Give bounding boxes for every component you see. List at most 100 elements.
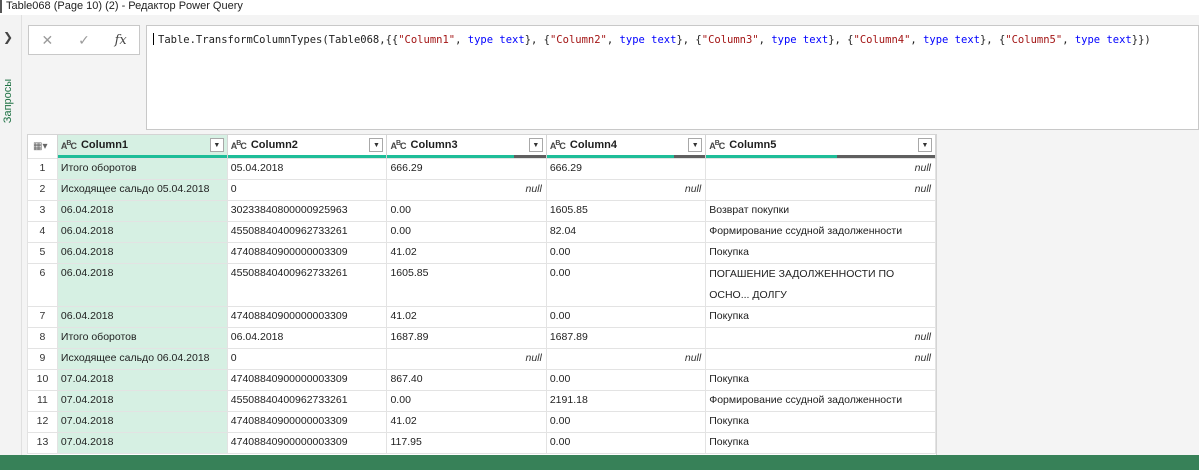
table-row[interactable]: 11 07.04.2018 45508840400962733261 0.00 2191… bbox=[27, 390, 936, 412]
table-row[interactable]: 9 Исходящее сальдо 06.04.2018 0 null null nul… bbox=[27, 348, 936, 370]
table-row[interactable]: 7 06.04.2018 47408840900000003309 41.02 0.00… bbox=[27, 306, 936, 328]
table-cell[interactable]: 06.04.2018 bbox=[56, 242, 228, 264]
table-cell[interactable]: null bbox=[705, 158, 936, 180]
filter-dropdown-icon[interactable]: ▼ bbox=[209, 138, 224, 152]
table-row[interactable]: 2 Исходящее сальдо 05.04.2018 0 null null nul… bbox=[27, 179, 936, 201]
row-number[interactable]: 4 bbox=[27, 221, 58, 243]
table-cell[interactable]: 867.40 bbox=[386, 369, 547, 391]
row-number[interactable]: 6 bbox=[27, 263, 58, 307]
cancel-icon[interactable]: ✕ bbox=[35, 29, 59, 51]
row-number[interactable]: 10 bbox=[27, 369, 58, 391]
table-cell[interactable]: 06.04.2018 bbox=[56, 221, 228, 243]
row-number[interactable]: 13 bbox=[27, 432, 58, 454]
table-cell[interactable]: 47408840900000003309 bbox=[226, 432, 388, 454]
column-header-5[interactable]: ABC Column5 ▼ bbox=[705, 134, 936, 159]
table-cell[interactable]: 1687.89 bbox=[545, 327, 707, 349]
table-corner-menu[interactable]: ▦ ▾ bbox=[27, 134, 58, 159]
row-number[interactable]: 2 bbox=[27, 179, 58, 201]
text-type-icon[interactable]: ABC bbox=[231, 140, 247, 151]
table-cell[interactable]: 47408840900000003309 bbox=[226, 369, 388, 391]
row-number[interactable]: 8 bbox=[27, 327, 58, 349]
table-cell[interactable]: Возврат покупки bbox=[705, 200, 936, 222]
table-cell[interactable]: 117.95 bbox=[386, 432, 547, 454]
table-cell[interactable]: 0.00 bbox=[386, 390, 547, 412]
table-cell[interactable]: 07.04.2018 bbox=[56, 369, 228, 391]
commit-icon[interactable]: ✓ bbox=[72, 29, 96, 51]
table-cell[interactable]: Покупка bbox=[705, 411, 936, 433]
table-cell[interactable]: null bbox=[386, 348, 547, 370]
row-number[interactable]: 12 bbox=[27, 411, 58, 433]
table-row[interactable]: 1 Итого оборотов 05.04.2018 666.29 666.29 nul… bbox=[27, 158, 936, 180]
queries-pane-label[interactable]: Запросы bbox=[2, 77, 14, 125]
table-cell[interactable]: null bbox=[545, 348, 707, 370]
table-cell[interactable]: ПОГАШЕНИЕ ЗАДОЛЖЕННОСТИ ПО ОСНО... ДОЛГУ bbox=[705, 263, 936, 307]
table-row[interactable]: 10 07.04.2018 47408840900000003309 867.40 0.… bbox=[27, 369, 936, 391]
table-cell[interactable]: 0.00 bbox=[545, 263, 707, 307]
table-cell[interactable]: 666.29 bbox=[386, 158, 547, 180]
table-cell[interactable]: 1605.85 bbox=[386, 263, 547, 307]
table-cell[interactable]: 30233840800000925963 bbox=[226, 200, 388, 222]
table-cell[interactable]: Итого оборотов bbox=[56, 158, 228, 180]
row-number[interactable]: 11 bbox=[27, 390, 58, 412]
table-cell[interactable]: 0.00 bbox=[545, 369, 707, 391]
table-cell[interactable]: null bbox=[386, 179, 547, 201]
table-cell[interactable]: Покупка bbox=[705, 432, 936, 454]
row-number[interactable]: 9 bbox=[27, 348, 58, 370]
table-cell[interactable]: Покупка bbox=[705, 242, 936, 264]
column-header-4[interactable]: ABC Column4 ▼ bbox=[545, 134, 707, 159]
table-cell[interactable]: 666.29 bbox=[545, 158, 707, 180]
row-number[interactable]: 3 bbox=[27, 200, 58, 222]
text-type-icon[interactable]: ABC bbox=[390, 140, 406, 151]
text-type-icon[interactable]: ABC bbox=[550, 140, 566, 151]
table-cell[interactable]: 0.00 bbox=[386, 200, 547, 222]
formula-input[interactable]: Table.TransformColumnTypes(Table068,{{"C… bbox=[146, 25, 1199, 130]
table-row[interactable]: 6 06.04.2018 45508840400962733261 1605.85 0.… bbox=[27, 263, 936, 307]
chevron-right-icon[interactable]: ❯ bbox=[0, 29, 16, 45]
column-header-3[interactable]: ABC Column3 ▼ bbox=[386, 134, 547, 159]
table-cell[interactable]: 06.04.2018 bbox=[56, 200, 228, 222]
table-cell[interactable]: 0.00 bbox=[545, 432, 707, 454]
queries-pane-collapsed[interactable]: ❯ Запросы bbox=[0, 15, 22, 455]
table-cell[interactable]: 0 bbox=[226, 179, 388, 201]
table-cell[interactable]: 41.02 bbox=[386, 306, 547, 328]
fx-icon[interactable]: fx bbox=[109, 29, 133, 51]
table-cell[interactable]: 07.04.2018 bbox=[56, 432, 228, 454]
table-cell[interactable]: 47408840900000003309 bbox=[226, 306, 388, 328]
table-cell[interactable]: Покупка bbox=[705, 369, 936, 391]
table-cell[interactable]: 45508840400962733261 bbox=[226, 263, 388, 307]
row-number[interactable]: 7 bbox=[27, 306, 58, 328]
table-row[interactable]: 4 06.04.2018 45508840400962733261 0.00 82.04… bbox=[27, 221, 936, 243]
table-cell[interactable]: null bbox=[705, 348, 936, 370]
table-cell[interactable]: 0 bbox=[226, 348, 388, 370]
data-grid[interactable]: ▦ ▾ ABC Column1 ▼ ABC Column2 ▼ ABC Column3 ▼ ABC C… bbox=[27, 134, 937, 455]
table-row[interactable]: 3 06.04.2018 30233840800000925963 0.00 1605.… bbox=[27, 200, 936, 222]
table-cell[interactable]: null bbox=[705, 179, 936, 201]
table-cell[interactable]: 06.04.2018 bbox=[226, 327, 388, 349]
table-cell[interactable]: 47408840900000003309 bbox=[226, 411, 388, 433]
table-cell[interactable]: Формирование ссудной задолженности bbox=[705, 390, 936, 412]
text-type-icon[interactable]: ABC bbox=[61, 140, 77, 151]
column-header-2[interactable]: ABC Column2 ▼ bbox=[226, 134, 388, 159]
table-cell[interactable]: 41.02 bbox=[386, 242, 547, 264]
table-cell[interactable]: 45508840400962733261 bbox=[226, 390, 388, 412]
table-cell[interactable]: Формирование ссудной задолженности bbox=[705, 221, 936, 243]
table-cell[interactable]: 07.04.2018 bbox=[56, 411, 228, 433]
table-cell[interactable]: 45508840400962733261 bbox=[226, 221, 388, 243]
table-cell[interactable]: 0.00 bbox=[545, 411, 707, 433]
table-cell[interactable]: 41.02 bbox=[386, 411, 547, 433]
filter-dropdown-icon[interactable]: ▼ bbox=[369, 138, 384, 152]
filter-dropdown-icon[interactable]: ▼ bbox=[918, 138, 932, 152]
table-cell[interactable]: 1605.85 bbox=[545, 200, 707, 222]
filter-dropdown-icon[interactable]: ▼ bbox=[528, 138, 543, 152]
table-cell[interactable]: null bbox=[545, 179, 707, 201]
table-cell[interactable]: 0.00 bbox=[545, 306, 707, 328]
text-type-icon[interactable]: ABC bbox=[709, 140, 725, 151]
filter-dropdown-icon[interactable]: ▼ bbox=[688, 138, 703, 152]
table-row[interactable]: 8 Итого оборотов 06.04.2018 1687.89 1687.89 n… bbox=[27, 327, 936, 349]
table-row[interactable]: 12 07.04.2018 47408840900000003309 41.02 0.0… bbox=[27, 411, 936, 433]
table-cell[interactable]: 0.00 bbox=[386, 221, 547, 243]
table-cell[interactable]: Исходящее сальдо 06.04.2018 bbox=[56, 348, 228, 370]
table-cell[interactable]: 06.04.2018 bbox=[56, 306, 228, 328]
table-cell[interactable]: 82.04 bbox=[545, 221, 707, 243]
table-cell[interactable]: null bbox=[705, 327, 936, 349]
